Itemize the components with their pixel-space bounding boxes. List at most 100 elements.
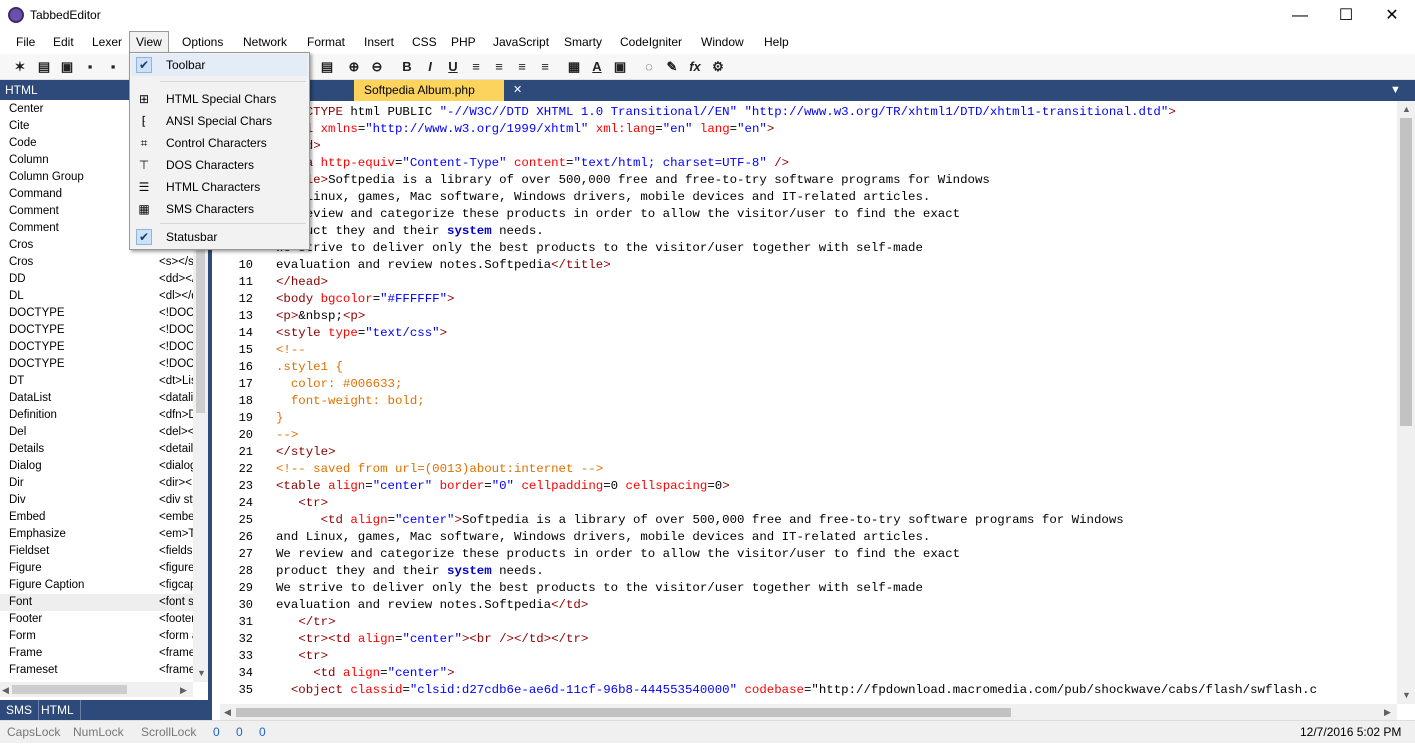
editor-hscroll-thumb[interactable] <box>236 708 1011 717</box>
menu-item-html-characters[interactable]: ☰ HTML Characters <box>131 176 308 198</box>
panel-hscroll-thumb[interactable] <box>12 685 127 694</box>
list-item[interactable]: DOCTYPE <!DOC <box>0 339 193 356</box>
menu-item-ansi-special-chars[interactable]: ⁅ ANSI Special Chars <box>131 110 308 132</box>
list-item[interactable]: Figure Caption <figcap <box>0 577 193 594</box>
menu-item-control-characters[interactable]: ⌗ Control Characters <box>131 132 308 154</box>
image-icon[interactable]: ▣ <box>612 59 628 75</box>
code-line[interactable]: font-weight: bold; <box>276 393 425 410</box>
list-item[interactable]: DOCTYPE <!DOC <box>0 322 193 339</box>
list-item[interactable]: Fieldset <fields <box>0 543 193 560</box>
align-left-icon[interactable]: ≡ <box>468 59 484 75</box>
list-item[interactable]: Definition <dfn>D <box>0 407 193 424</box>
tag-settings-icon[interactable]: ⚙ <box>710 59 726 75</box>
editor-tab-softpedia-album[interactable]: Softpedia Album.php <box>354 80 504 101</box>
menu-css[interactable]: CSS <box>405 31 444 54</box>
list-item[interactable]: Dialog <dialog <box>0 458 193 475</box>
list-item[interactable]: Dir <dir>< <box>0 475 193 492</box>
menu-lexer[interactable]: Lexer <box>85 31 129 54</box>
code-line[interactable]: We review and categorize these products … <box>276 206 960 223</box>
menu-options[interactable]: Options <box>175 31 230 54</box>
maximize-button[interactable]: ☐ <box>1323 0 1369 31</box>
list-item[interactable]: Footer <footer <box>0 611 193 628</box>
list-item[interactable]: Font <font s <box>0 594 193 611</box>
save-icon[interactable]: ▪ <box>82 59 98 75</box>
menu-javascript[interactable]: JavaScript <box>486 31 556 54</box>
code-line[interactable]: evaluation and review notes.Softpedia</t… <box>276 597 588 614</box>
code-line[interactable]: We strive to deliver only the best produ… <box>276 580 923 597</box>
code-line[interactable]: <!-- saved from url=(0013)about:internet… <box>276 461 603 478</box>
code-line[interactable]: </tr> <box>276 614 335 631</box>
menu-insert[interactable]: Insert <box>357 31 401 54</box>
close-file-icon[interactable]: ▣ <box>59 59 75 75</box>
zoom-in-icon[interactable]: ⊕ <box>346 59 362 75</box>
code-line[interactable]: <style type="text/css"> <box>276 325 447 342</box>
list-item[interactable]: Del <del>< <box>0 424 193 441</box>
font-icon[interactable]: A <box>589 59 605 75</box>
close-button[interactable]: ✕ <box>1369 0 1415 31</box>
menu-network[interactable]: Network <box>236 31 294 54</box>
code-line[interactable]: <body bgcolor="#FFFFFF"> <box>276 291 454 308</box>
minimize-button[interactable]: — <box>1277 0 1323 31</box>
scroll-right-icon[interactable]: ▶ <box>180 685 187 696</box>
code-line[interactable]: <!-- <box>276 342 306 359</box>
menu-smarty[interactable]: Smarty <box>557 31 609 54</box>
list-item[interactable]: Div <div sty <box>0 492 193 509</box>
code-line[interactable]: <title>Softpedia is a library of over 50… <box>276 172 990 189</box>
list-item[interactable]: DataList <datalis <box>0 390 193 407</box>
menu-format[interactable]: Format <box>300 31 352 54</box>
code-line[interactable]: <html xmlns="http://www.w3.org/1999/xhtm… <box>276 121 774 138</box>
code-line[interactable]: <tr><td align="center"><br /></td></tr> <box>276 631 588 648</box>
code-line[interactable]: evaluation and review notes.Softpedia</t… <box>276 257 611 274</box>
menu-view[interactable]: View <box>129 31 169 54</box>
editor-scroll-up-icon[interactable]: ▲ <box>1402 104 1411 114</box>
table-icon[interactable]: ▦ <box>566 59 582 75</box>
menu-edit[interactable]: Edit <box>46 31 81 54</box>
editor-scroll-down-icon[interactable]: ▼ <box>1402 690 1411 700</box>
list-item[interactable]: Figure <figure <box>0 560 193 577</box>
menu-file[interactable]: File <box>9 31 42 54</box>
menu-item-toolbar[interactable]: ✔ Toolbar <box>131 54 308 76</box>
menu-window[interactable]: Window <box>694 31 751 54</box>
list-item[interactable]: DOCTYPE <!DOC <box>0 356 193 373</box>
code-line[interactable]: and Linux, games, Mac software, Windows … <box>276 189 930 206</box>
code-line[interactable]: <p>&nbsp;<p> <box>276 308 365 325</box>
new-file-icon[interactable]: ✶ <box>12 59 28 75</box>
underline-icon[interactable]: U <box>445 59 461 75</box>
code-line[interactable]: product they and their system needs. <box>276 563 544 580</box>
code-line[interactable]: .style1 { <box>276 359 343 376</box>
menu-php[interactable]: PHP <box>444 31 483 54</box>
tab-sms[interactable]: SMS <box>0 700 40 720</box>
list-item[interactable]: Emphasize <em>T <box>0 526 193 543</box>
paste-icon[interactable]: ▤ <box>319 59 335 75</box>
tab-list-icon[interactable]: ▼ <box>1390 80 1401 101</box>
menu-codeigniter[interactable]: CodeIgniter <box>613 31 689 54</box>
code-editor[interactable]: <!DOCTYPE html PUBLIC "-//W3C//DTD XHTML… <box>216 101 1397 704</box>
code-line[interactable]: We review and categorize these products … <box>276 546 960 563</box>
open-file-icon[interactable]: ▤ <box>36 59 52 75</box>
italic-icon[interactable]: I <box>422 59 438 75</box>
code-line[interactable]: <tr> <box>276 648 328 665</box>
zoom-out-icon[interactable]: ⊖ <box>369 59 385 75</box>
align-right-icon[interactable]: ≡ <box>514 59 530 75</box>
code-line[interactable]: <meta http-equiv="Content-Type" content=… <box>276 155 789 172</box>
list-item[interactable]: Frame <frame <box>0 645 193 662</box>
list-item[interactable]: DT <dt>Lis <box>0 373 193 390</box>
list-item[interactable]: DL <dl></dl <box>0 288 193 305</box>
special-char-icon[interactable]: ✎ <box>664 59 680 75</box>
menu-item-dos-characters[interactable]: ⊤ DOS Characters <box>131 154 308 176</box>
code-line[interactable]: <td align="center"> <box>276 665 454 682</box>
editor-scroll-thumb[interactable] <box>1400 118 1412 426</box>
code-line[interactable]: </head> <box>276 274 328 291</box>
list-item[interactable]: Embed <embe <box>0 509 193 526</box>
list-item[interactable]: Cros <s></s <box>0 254 193 271</box>
menu-item-sms-characters[interactable]: ▦ SMS Characters <box>131 198 308 220</box>
comment-icon[interactable]: ◌ <box>641 59 657 75</box>
scroll-left-icon[interactable]: ◀ <box>2 685 9 696</box>
menu-item-statusbar[interactable]: ✔ Statusbar <box>131 226 308 248</box>
code-line[interactable]: <!DOCTYPE html PUBLIC "-//W3C//DTD XHTML… <box>276 104 1176 121</box>
code-line[interactable]: and Linux, games, Mac software, Windows … <box>276 529 930 546</box>
code-line[interactable]: --> <box>276 427 298 444</box>
list-item[interactable]: Frameset <frame <box>0 662 193 679</box>
code-line[interactable]: <tr> <box>276 495 328 512</box>
code-line[interactable]: } <box>276 410 283 427</box>
